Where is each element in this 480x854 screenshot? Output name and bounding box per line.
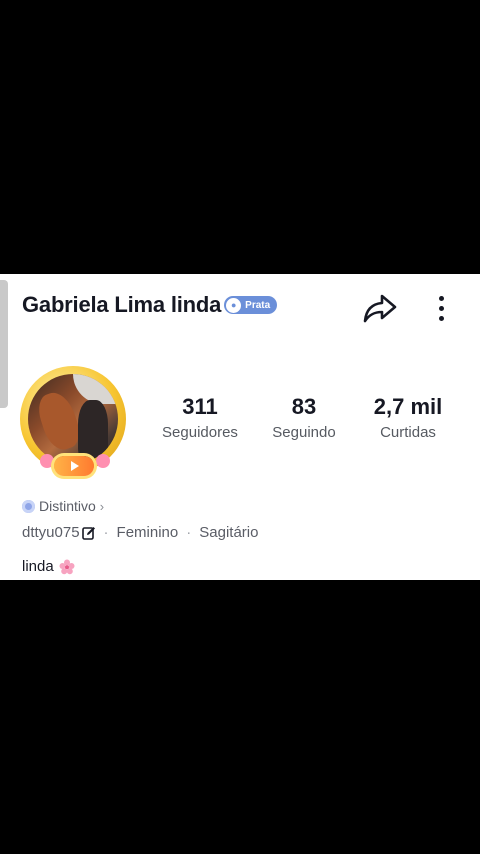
rank-badge[interactable]: ● Prata (224, 296, 278, 314)
profile-header: Gabriela Lima linda ● Prata (22, 292, 278, 318)
avatar-photo-horse (33, 388, 85, 454)
stat-following[interactable]: 83 Seguindo (252, 392, 356, 441)
profile-username: Gabriela Lima linda (22, 292, 222, 317)
play-badge[interactable] (54, 456, 94, 476)
stat-value: 311 (182, 394, 218, 419)
share-button[interactable] (360, 288, 400, 328)
stat-label: Seguidores (162, 424, 238, 441)
scroll-indicator[interactable] (0, 280, 8, 408)
gender-label: Feminino (116, 524, 179, 541)
stat-value: 2,7 mil (373, 394, 443, 419)
cherry-blossom-icon (59, 559, 75, 574)
stat-value: 83 (291, 394, 317, 419)
flower-decoration (40, 454, 54, 468)
badge-link-label: Distintivo (39, 498, 96, 514)
zodiac-label: Sagitário (199, 524, 259, 541)
share-arrow-icon (363, 294, 397, 323)
chevron-right-icon: › (99, 498, 105, 514)
edit-icon[interactable] (81, 526, 96, 540)
medal-icon: ● (226, 297, 242, 313)
profile-meta: dttyu075 · Feminino · Sagitário (22, 524, 258, 541)
stat-label: Curtidas (380, 424, 436, 441)
badge-link[interactable]: Distintivo › (22, 498, 104, 514)
avatar-photo (28, 374, 118, 464)
user-id[interactable]: dttyu075 (22, 524, 80, 541)
more-vertical-icon-dot (438, 305, 444, 311)
more-vertical-icon-dot (438, 315, 444, 321)
avatar[interactable] (18, 364, 130, 476)
stat-label: Seguindo (272, 424, 336, 441)
profile-card: Gabriela Lima linda ● Prata 311 Seguidor… (0, 274, 480, 580)
play-icon (71, 461, 79, 471)
stat-likes[interactable]: 2,7 mil Curtidas (356, 392, 460, 441)
profile-bio: linda (22, 558, 75, 575)
flower-decoration (96, 454, 110, 468)
profile-stats: 311 Seguidores 83 Seguindo 2,7 mil Curti… (148, 392, 460, 441)
separator-dot: · (186, 524, 192, 541)
stat-followers[interactable]: 311 Seguidores (148, 392, 252, 441)
screen: Gabriela Lima linda ● Prata 311 Seguidor… (0, 0, 480, 854)
bio-text: linda (22, 558, 54, 575)
more-options-button[interactable] (426, 288, 456, 328)
separator-dot: · (103, 524, 109, 541)
avatar-photo-rider (78, 400, 108, 460)
more-vertical-icon (438, 295, 444, 301)
badge-icon (22, 499, 35, 513)
rank-label: Prata (245, 299, 271, 311)
